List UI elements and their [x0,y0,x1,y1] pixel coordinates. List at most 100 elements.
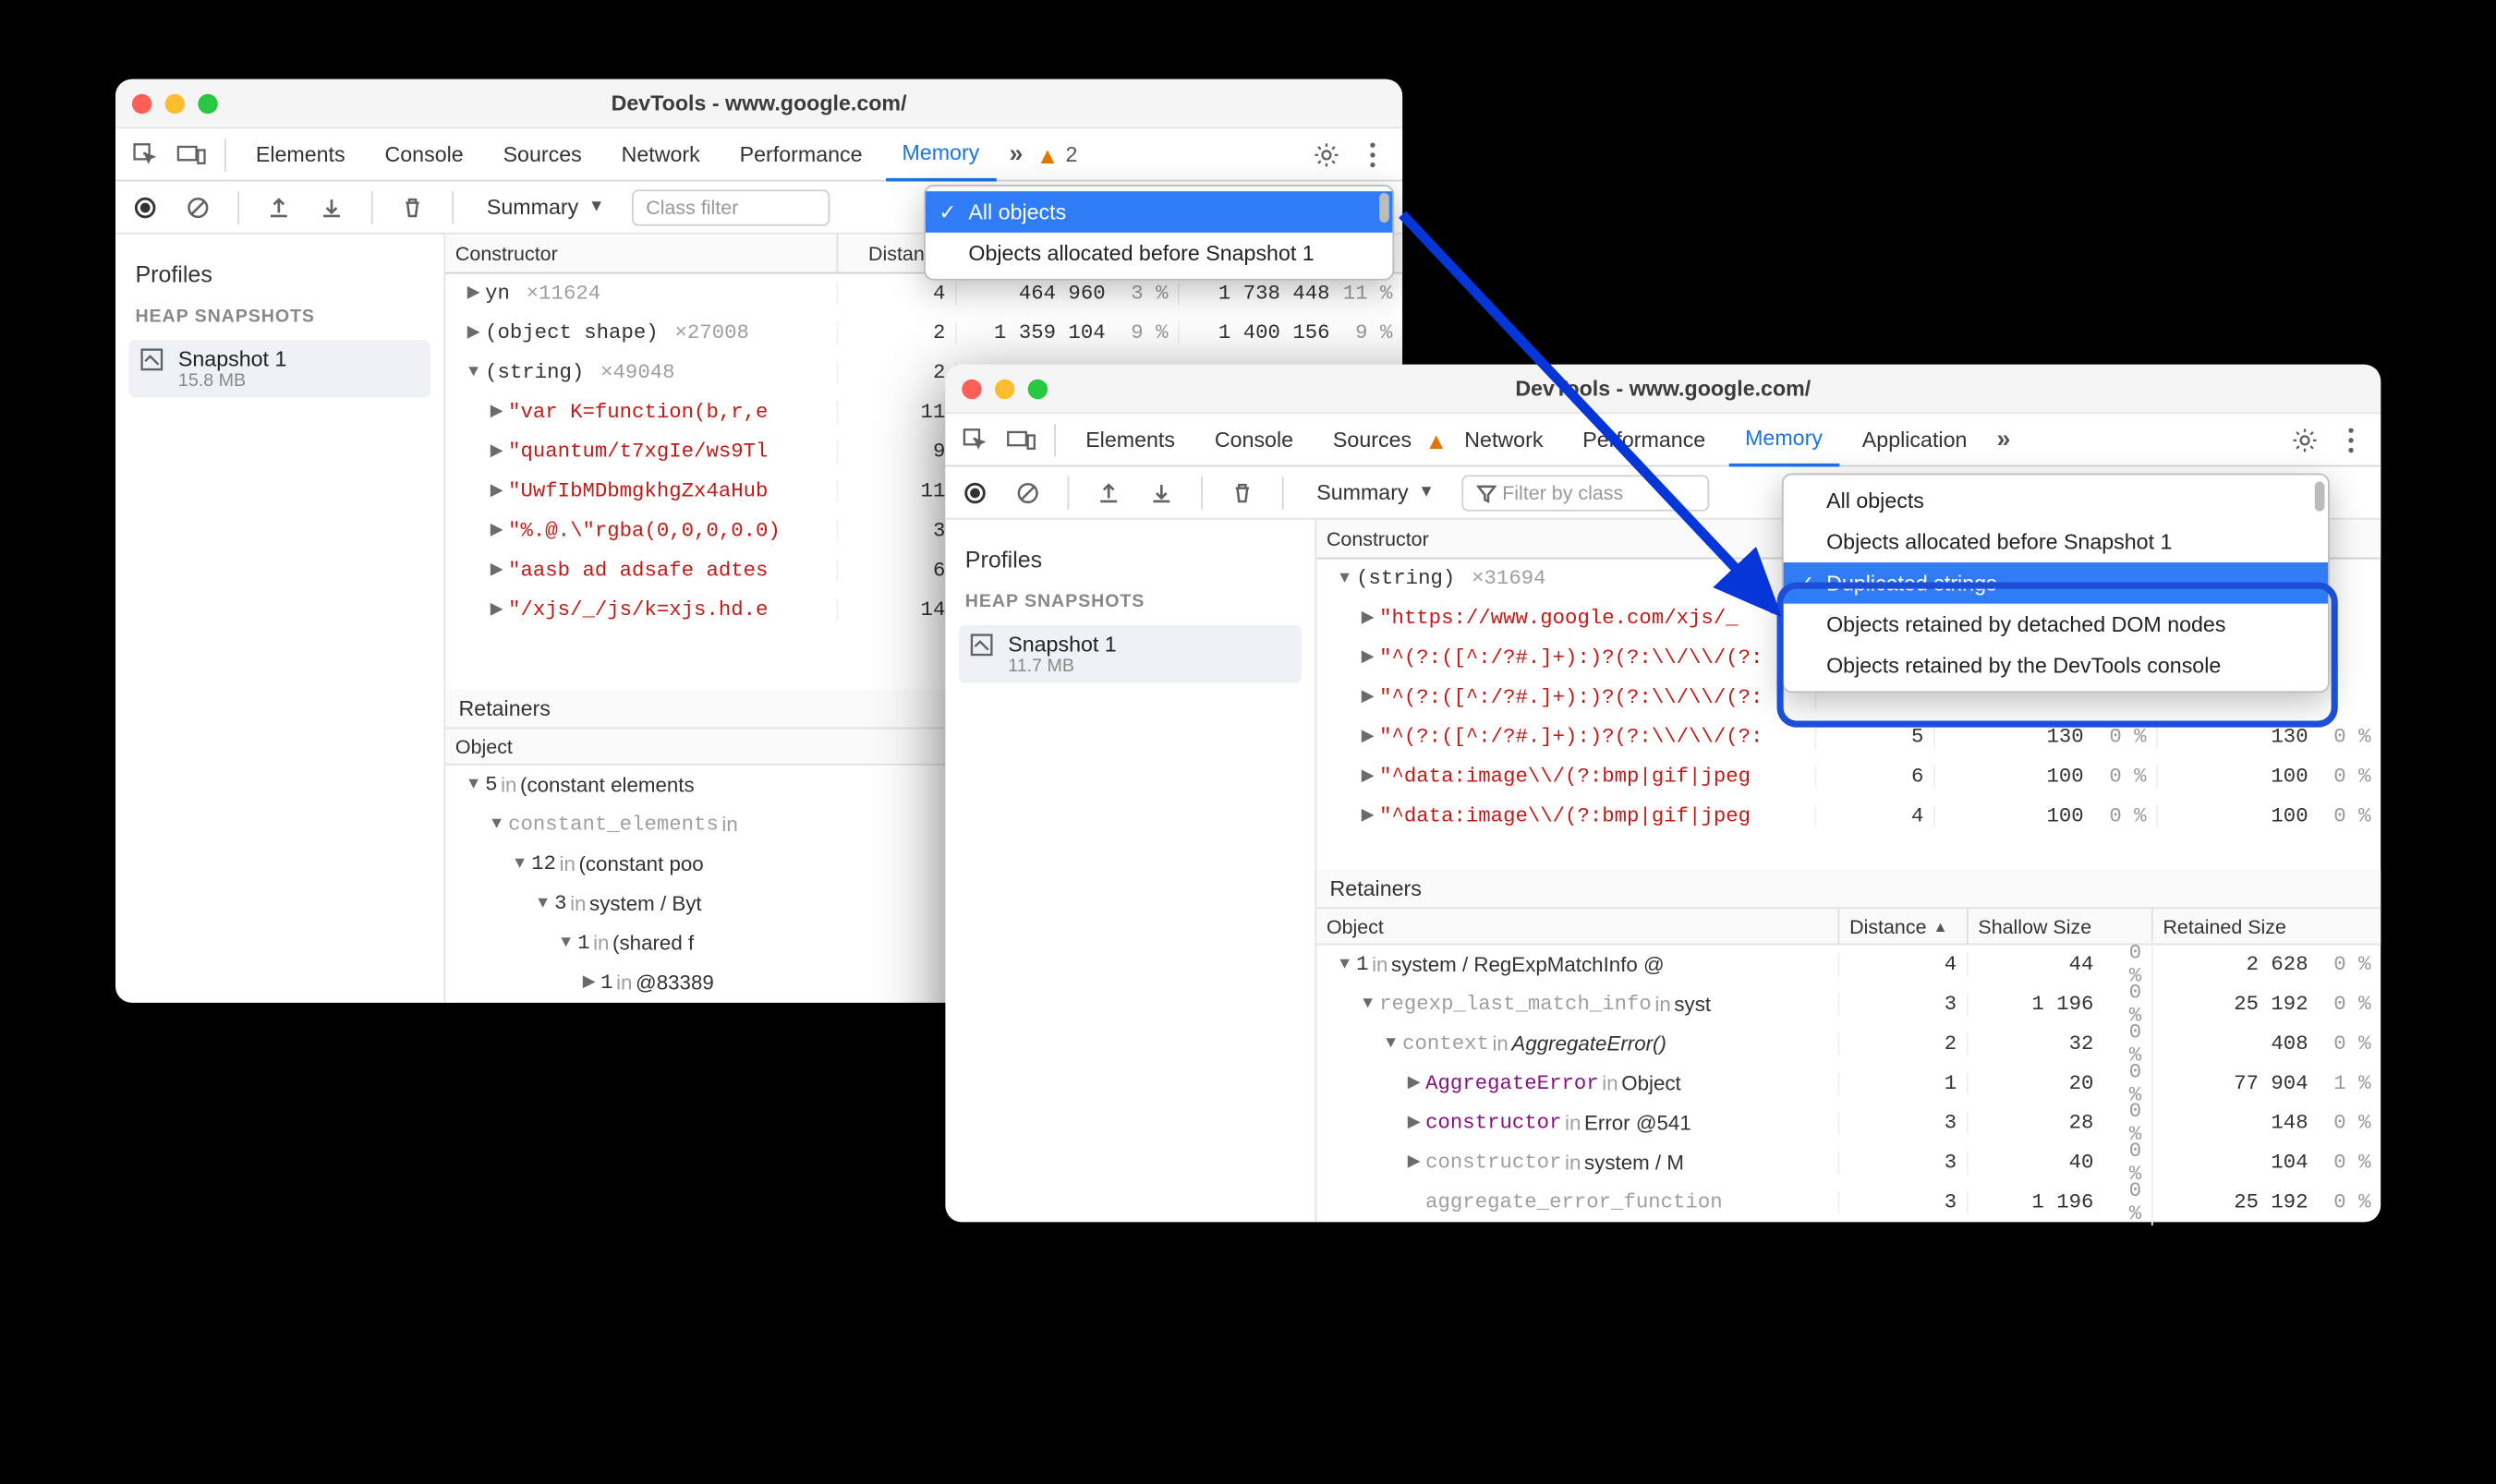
traffic-lights[interactable] [962,379,1048,398]
download-icon[interactable] [1142,473,1181,513]
tab-console[interactable]: Console [1198,413,1310,465]
minimize-icon[interactable] [165,93,185,113]
dropdown-option-console[interactable]: Objects retained by the DevTools console [1784,645,2328,686]
col-retained[interactable]: Retained Size [2153,909,2381,944]
filter-dropdown[interactable]: All objects Objects allocated before Sna… [1782,474,2330,694]
filter-icon [1476,482,1496,501]
tab-memory[interactable]: Memory [1728,413,1839,465]
table-row[interactable]: ▶(object shape)×2700821 359 1049 %1 400 … [445,313,1402,353]
dropdown-option-before[interactable]: Objects allocated before Snapshot 1 [1784,521,2328,562]
dropdown-option-duplicated[interactable]: Duplicated strings [1784,562,2328,604]
table-row[interactable]: ▼regexp_last_match_info in syst31 1960 %… [1316,984,2381,1024]
table-row[interactable]: ▼1 in system / RegExpMatchInfo @4440 %2 … [1316,945,2381,984]
sidebar-heap-label: HEAP SNAPSHOTS [115,300,443,333]
traffic-lights[interactable] [132,93,218,113]
record-icon[interactable] [126,187,165,227]
dropdown-option-detached[interactable]: Objects retained by detached DOM nodes [1784,604,2328,645]
tab-sources[interactable]: Sources [1316,413,1428,465]
table-row[interactable]: ▶constructor in system / M3400 %1040 % [1316,1143,2381,1183]
tab-network[interactable]: ▲ Network [1435,413,1559,465]
warnings-badge[interactable]: ▲ 2 [1036,141,1078,168]
retainers-header: Object Distance Shallow Size Retained Si… [1316,909,2381,945]
col-constructor[interactable]: Constructor [445,235,838,272]
record-icon[interactable] [955,473,995,513]
titlebar[interactable]: DevTools - www.google.com/ [945,365,2381,415]
warnings-count: 2 [1066,142,1078,167]
view-select[interactable]: Summary ▼ [1303,473,1448,513]
dropdown-option-all[interactable]: All objects [926,191,1392,233]
delete-icon[interactable] [1222,473,1262,513]
titlebar[interactable]: DevTools - www.google.com/ [115,79,1402,129]
retainers-title: Retainers [1316,869,2381,909]
view-select[interactable]: Summary ▼ [474,187,618,227]
snapshot-item[interactable]: Snapshot 1 11.7 MB [959,625,1302,683]
table-row[interactable]: ▶"^(?:([^:/?#.]+):)?(?:\\/\\/(?:51300 %1… [1316,718,2381,757]
chevron-down-icon: ▼ [588,198,605,216]
scrollbar-thumb[interactable] [2315,482,2325,512]
sidebar-heap-label: HEAP SNAPSHOTS [945,585,1315,619]
class-filter-input[interactable]: Filter by class [1461,474,1709,510]
warning-icon: ▲ [1424,427,1448,453]
devtools-window-2: DevTools - www.google.com/ Elements Cons… [945,365,2381,1223]
clear-icon[interactable] [178,187,218,227]
tab-console[interactable]: Console [369,127,480,180]
delete-icon[interactable] [393,187,432,227]
close-icon[interactable] [962,379,981,398]
snapshot-name: Snapshot 1 [178,346,286,371]
kebab-icon[interactable] [2332,420,2371,460]
close-icon[interactable] [132,93,151,113]
maximize-icon[interactable] [1028,379,1048,398]
more-tabs-icon[interactable]: » [1990,426,2017,453]
tab-elements[interactable]: Elements [239,127,362,180]
tab-performance[interactable]: Performance [723,127,879,180]
table-row[interactable]: ▶AggregateError in Object1200 %77 9041 % [1316,1064,2381,1104]
col-constructor[interactable]: Constructor [1316,520,1816,558]
more-tabs-icon[interactable]: » [1002,140,1029,168]
tab-elements[interactable]: Elements [1069,413,1192,465]
view-select-label: Summary [487,195,578,220]
dropdown-option-all[interactable]: All objects [1784,480,2328,522]
tab-network[interactable]: Network [605,127,717,180]
sidebar-profiles-label: Profiles [945,533,1315,585]
dropdown-option-before[interactable]: Objects allocated before Snapshot 1 [926,233,1392,274]
snapshot-size: 15.8 MB [178,371,286,391]
tab-strip: Elements Console Sources ▲ Network Perfo… [945,414,2381,466]
scrollbar-thumb[interactable] [1379,193,1389,223]
warning-icon: ▲ [1036,141,1060,168]
settings-icon[interactable] [2285,420,2325,460]
profiles-sidebar: Profiles HEAP SNAPSHOTS Snapshot 1 11.7 … [945,520,1316,1223]
window-title: DevTools - www.google.com/ [115,90,1402,115]
table-row[interactable]: ▶"^data:image\\/(?:bmp|gif|jpeg41000 %10… [1316,797,2381,837]
col-shallow[interactable]: Shallow Size [1969,909,2153,944]
col-object[interactable]: Object [1316,909,1839,944]
tab-performance[interactable]: Performance [1566,413,1722,465]
inspect-icon[interactable] [955,420,995,460]
minimize-icon[interactable] [995,379,1014,398]
window-title: DevTools - www.google.com/ [945,376,2381,401]
sidebar-profiles-label: Profiles [115,247,443,300]
tab-memory[interactable]: Memory [886,127,997,180]
class-filter-input[interactable]: Class filter [631,188,829,224]
tab-application[interactable]: Application [1846,413,1983,465]
device-icon[interactable] [172,135,212,175]
col-distance[interactable]: Distance [1839,909,1968,944]
download-icon[interactable] [312,187,352,227]
device-icon[interactable] [1001,420,1041,460]
clear-icon[interactable] [1008,473,1048,513]
table-row[interactable]: ▼context in AggregateError()2320 %4080 % [1316,1024,2381,1064]
maximize-icon[interactable] [198,93,217,113]
kebab-icon[interactable] [1353,135,1393,175]
table-row[interactable]: ▶"^data:image\\/(?:bmp|gif|jpeg61000 %10… [1316,757,2381,797]
tab-sources[interactable]: Sources [487,127,599,180]
upload-icon[interactable] [1089,473,1129,513]
table-row[interactable]: aggregate_error_function31 1960 %25 1920… [1316,1183,2381,1223]
table-row[interactable]: ▶constructor in Error @5413280 %1480 % [1316,1104,2381,1143]
tab-strip: Elements Console Sources Network Perform… [115,128,1402,181]
settings-icon[interactable] [1307,135,1347,175]
snapshot-item[interactable]: Snapshot 1 15.8 MB [128,340,430,398]
upload-icon[interactable] [259,187,298,227]
profiles-sidebar: Profiles HEAP SNAPSHOTS Snapshot 1 15.8 … [115,235,445,1003]
retainers-rows: ▼1 in system / RegExpMatchInfo @4440 %2 … [1316,945,2381,1222]
filter-dropdown[interactable]: All objects Objects allocated before Sna… [924,185,1394,281]
inspect-icon[interactable] [126,135,165,175]
